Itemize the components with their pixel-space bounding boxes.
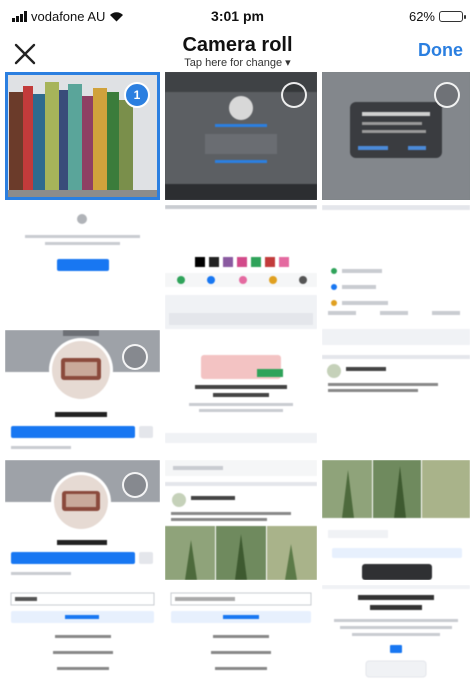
battery-icon xyxy=(439,11,466,22)
empty-state-image xyxy=(25,214,140,271)
photo-thumbnail-2[interactable] xyxy=(165,72,317,200)
select-circle[interactable] xyxy=(434,82,460,108)
tree-feed-image xyxy=(165,460,317,580)
feed-screenshot-image xyxy=(165,205,317,443)
photo-thumbnail-books[interactable]: 1 xyxy=(5,72,160,200)
page-title: Camera roll xyxy=(182,34,293,56)
selected-indicator[interactable]: 1 xyxy=(124,82,150,108)
select-circle[interactable] xyxy=(281,82,307,108)
feed-screenshot-image xyxy=(322,205,470,392)
select-circle[interactable] xyxy=(122,344,148,370)
photo-thumbnail-10[interactable] xyxy=(322,460,470,580)
photo-thumbnail-12[interactable] xyxy=(165,585,317,685)
settings-list-image xyxy=(170,592,312,670)
photo-thumbnail-8[interactable] xyxy=(5,460,160,580)
status-time: 3:01 pm xyxy=(211,8,264,24)
photo-thumbnail-9[interactable] xyxy=(165,460,317,580)
photo-thumbnail-7[interactable] xyxy=(5,330,160,455)
photo-thumbnail-13[interactable] xyxy=(322,585,470,685)
done-toast-image xyxy=(322,460,470,580)
photo-thumbnail-6[interactable] xyxy=(322,205,470,455)
status-right: 62% xyxy=(408,9,466,24)
nav-bar: Camera roll Tap here for change ▾ Done xyxy=(0,34,475,72)
album-switcher[interactable]: Tap here for change ▾ xyxy=(0,56,475,69)
photo-grid: 1 xyxy=(5,72,470,685)
photo-thumbnail-5[interactable] xyxy=(165,205,317,455)
photo-thumbnail-4[interactable] xyxy=(5,205,160,325)
photo-thumbnail-3[interactable] xyxy=(322,72,470,200)
select-circle[interactable] xyxy=(122,472,148,498)
settings-list-image xyxy=(10,592,155,670)
status-bar: vodafone AU 3:01 pm 62% xyxy=(0,0,475,34)
photo-thumbnail-11[interactable] xyxy=(5,585,160,685)
battery-percent: 62% xyxy=(408,9,435,24)
done-button[interactable]: Done xyxy=(418,40,463,61)
promo-image xyxy=(322,585,470,678)
